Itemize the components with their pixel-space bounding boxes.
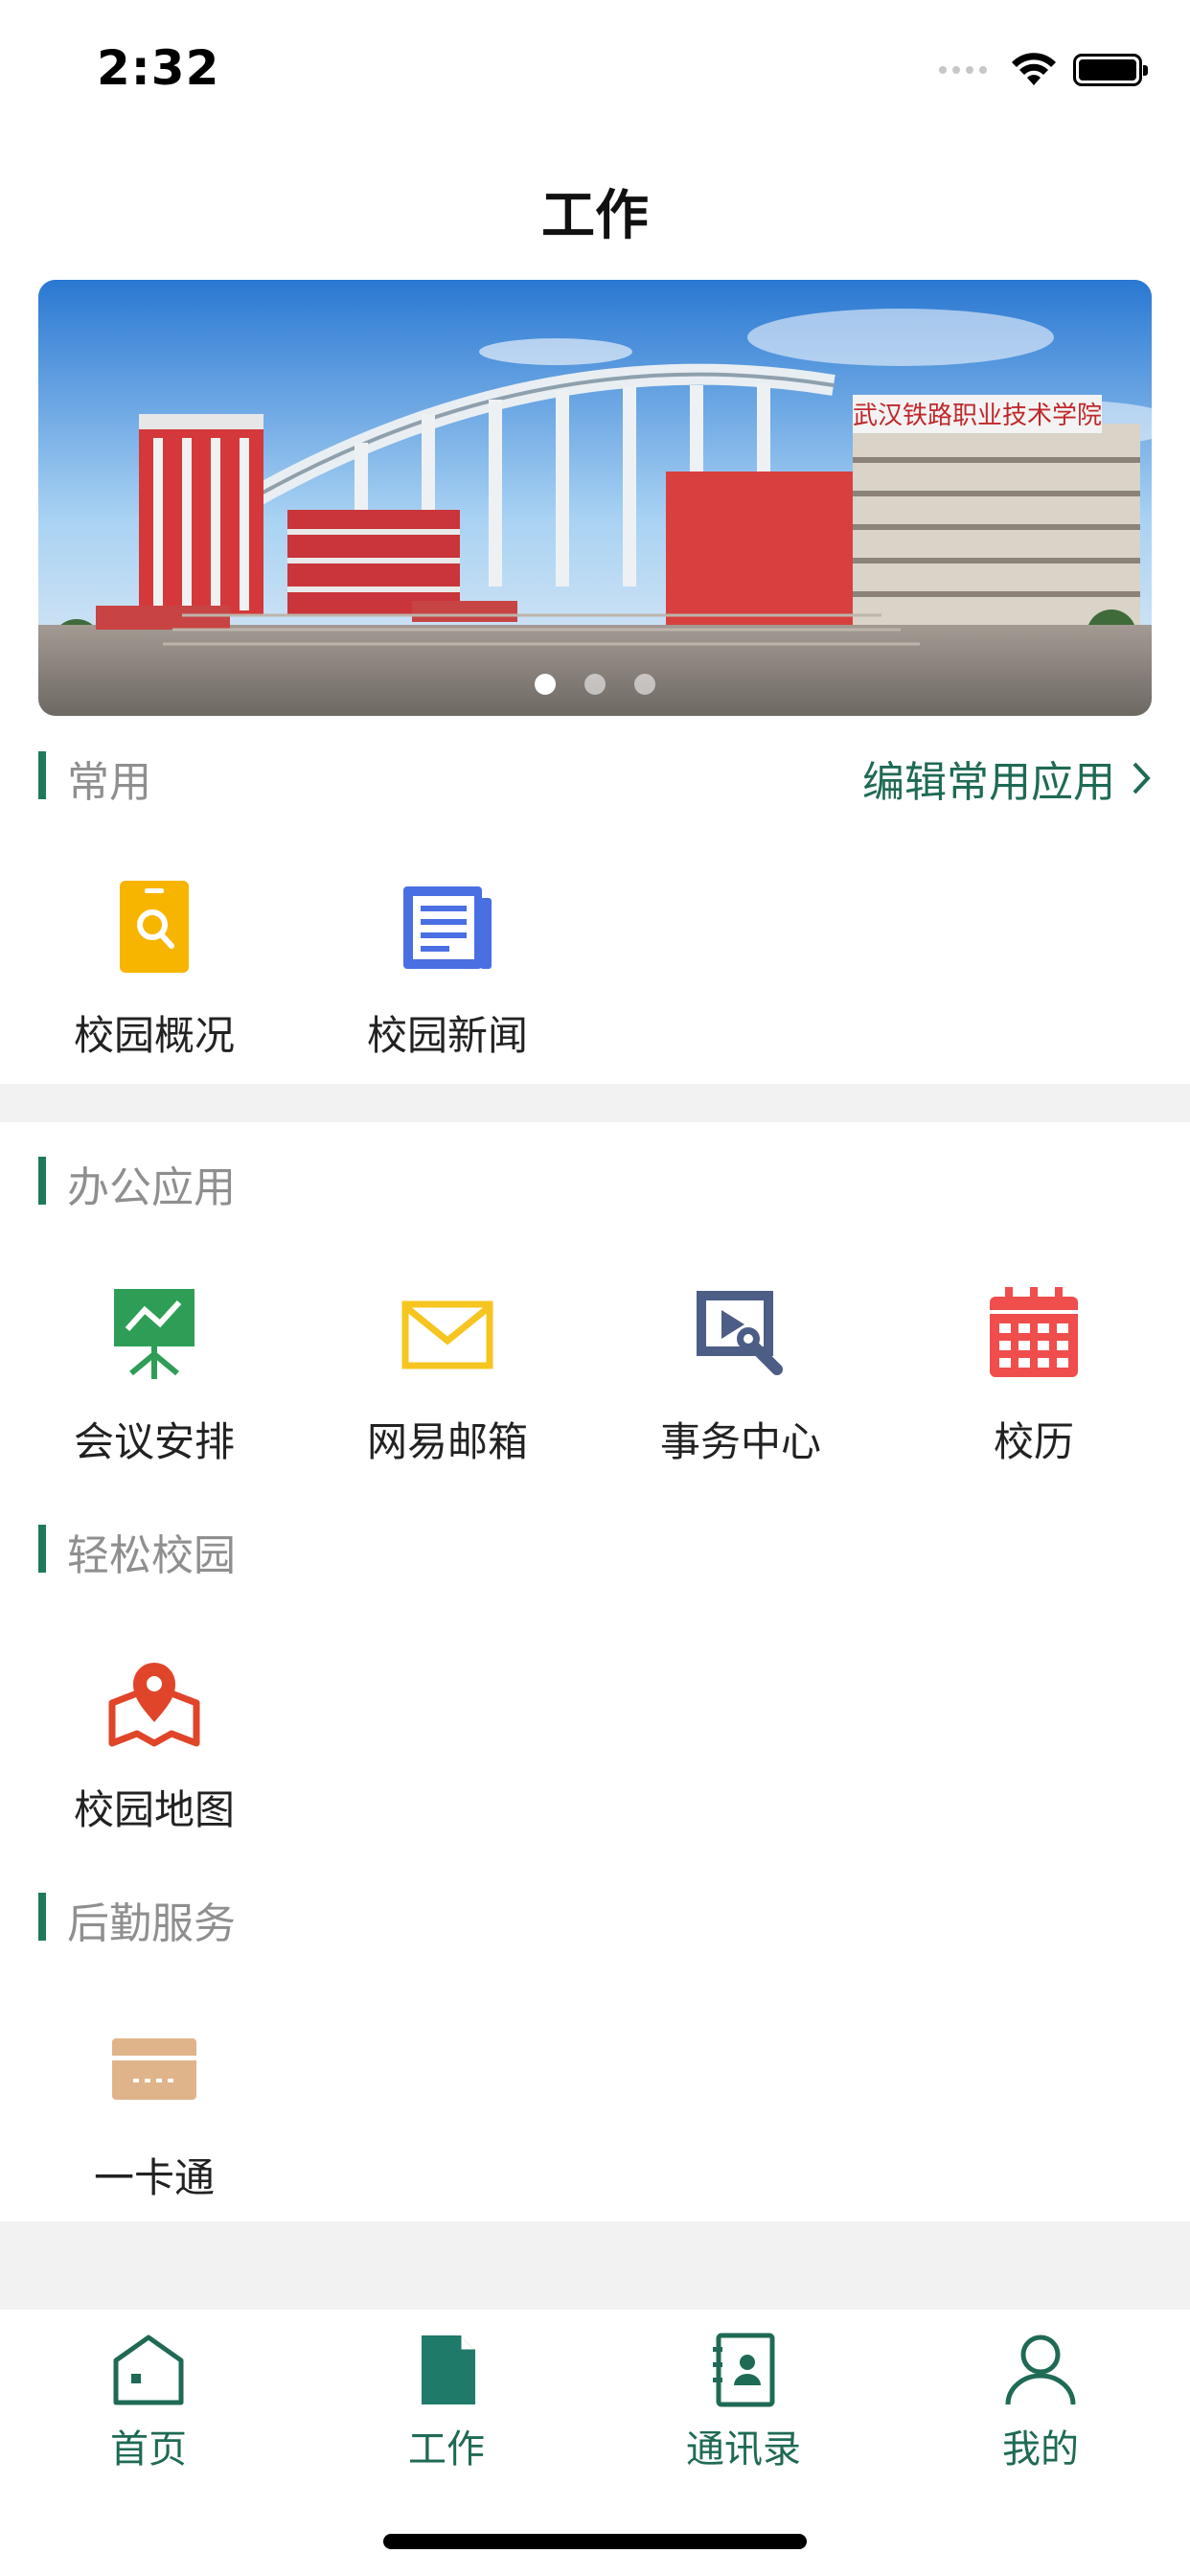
tab-label: 工作 (408, 2427, 485, 2472)
campus-overview-icon (120, 881, 189, 973)
app-label: 事务中心 (659, 1418, 821, 1465)
signal-icon (939, 66, 987, 74)
page-title: 工作 (541, 185, 649, 247)
section-divider (0, 1084, 1190, 1122)
app-campus-card[interactable]: 一卡通 (39, 2021, 269, 2204)
tab-profile[interactable]: 我的 (945, 2332, 1136, 2473)
banner-sign-text: 武汉铁路职业技术学院 (853, 402, 1102, 430)
app-label: 会议安排 (73, 1418, 235, 1465)
home-indicator (383, 2534, 807, 2549)
app-netease-mail[interactable]: 网易邮箱 (332, 1285, 562, 1468)
home-icon (113, 2334, 184, 2405)
section-accent-bar (38, 1893, 46, 1941)
section-title-logistics: 后勤服务 (67, 1899, 236, 1948)
app-school-calendar[interactable]: 校历 (919, 1285, 1149, 1468)
wifi-icon (1012, 53, 1056, 85)
section-title-office: 办公应用 (67, 1163, 236, 1212)
card-icon (112, 2038, 196, 2100)
edit-common-apps-link[interactable]: 编辑常用应用 (862, 748, 1152, 809)
app-label: 一卡通 (93, 2154, 215, 2201)
tab-contacts[interactable]: 通讯录 (648, 2332, 839, 2473)
section-title-common: 常用 (67, 758, 151, 807)
app-label: 校园地图 (73, 1786, 235, 1833)
section-accent-bar (38, 1525, 46, 1573)
mail-icon (401, 1300, 493, 1369)
status-icons (939, 53, 1148, 87)
section-accent-bar (38, 1157, 46, 1205)
meeting-icon (114, 1289, 195, 1379)
campus-news-icon (403, 886, 492, 969)
battery-icon (1073, 54, 1148, 86)
chevron-right-icon (1133, 762, 1151, 794)
profile-icon (1005, 2334, 1076, 2405)
status-time: 2:32 (97, 40, 220, 96)
carousel-dot[interactable] (535, 674, 556, 695)
map-icon (108, 1663, 200, 1747)
app-affairs-center[interactable]: 事务中心 (626, 1285, 856, 1468)
app-label: 网易邮箱 (366, 1418, 528, 1465)
tab-label: 通讯录 (686, 2427, 801, 2472)
app-label: 校历 (993, 1418, 1074, 1465)
tab-label: 首页 (110, 2427, 187, 2472)
work-icon (422, 2335, 475, 2404)
banner-carousel[interactable]: 武汉铁路职业技术学院 (38, 280, 1152, 716)
tab-work[interactable]: 工作 (351, 2332, 542, 2473)
affairs-icon (697, 1291, 783, 1375)
section-accent-bar (38, 751, 46, 799)
app-campus-news[interactable]: 校园新闻 (332, 879, 562, 1062)
section-title-campus: 轻松校园 (67, 1531, 236, 1580)
app-campus-overview[interactable]: 校园概况 (39, 879, 269, 1062)
contacts-icon (713, 2333, 775, 2407)
carousel-dot[interactable] (634, 674, 655, 695)
carousel-dot[interactable] (584, 674, 606, 695)
edit-common-apps-label: 编辑常用应用 (862, 758, 1115, 807)
app-campus-map[interactable]: 校园地图 (39, 1653, 269, 1836)
tab-home[interactable]: 首页 (53, 2332, 244, 2473)
tab-label: 我的 (1002, 2427, 1079, 2472)
app-label: 校园新闻 (366, 1012, 528, 1059)
app-label: 校园概况 (73, 1012, 235, 1059)
calendar-icon (990, 1287, 1078, 1377)
carousel-indicator[interactable] (0, 674, 1190, 695)
bottom-spacer (0, 2221, 1190, 2310)
banner-image: 武汉铁路职业技术学院 (38, 280, 1152, 716)
app-meeting[interactable]: 会议安排 (39, 1285, 269, 1468)
